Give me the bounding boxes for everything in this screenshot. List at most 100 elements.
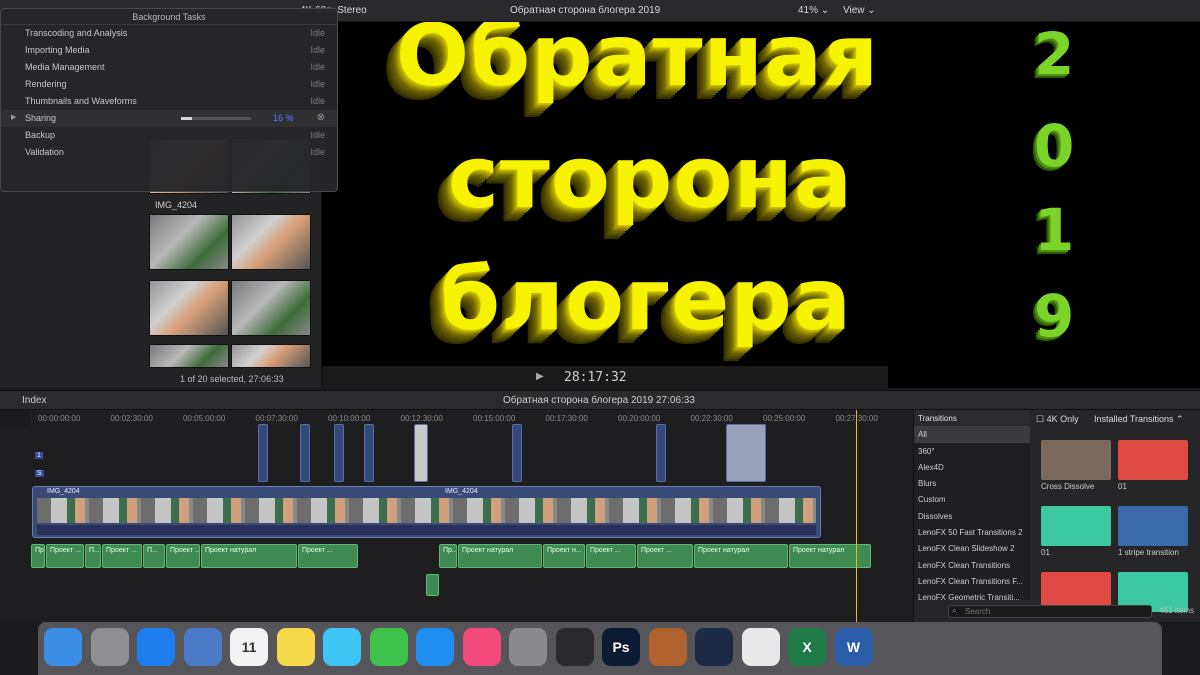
background-tasks-panel: Background Tasks Transcoding and Analysi… bbox=[0, 8, 338, 192]
calendar-icon[interactable]: 11 bbox=[230, 628, 268, 666]
safari-icon[interactable] bbox=[137, 628, 175, 666]
timeline-project-name: Обратная сторона блогера 2019 bbox=[503, 395, 654, 406]
task-name: Rendering bbox=[25, 79, 67, 89]
transition-category[interactable]: All bbox=[914, 426, 1030, 443]
task-status: Idle bbox=[310, 28, 325, 38]
lane-marker: 1 bbox=[35, 452, 43, 459]
4k-only-checkbox[interactable]: ☐ 4K Only bbox=[1036, 414, 1079, 425]
connected-clip[interactable] bbox=[512, 424, 522, 482]
task-status: Idle bbox=[310, 130, 325, 140]
word-icon[interactable]: W bbox=[834, 628, 873, 666]
connected-clip[interactable] bbox=[364, 424, 374, 482]
year-digit-2: 2 bbox=[1034, 20, 1075, 88]
chrome-icon[interactable] bbox=[741, 628, 780, 666]
task-name: Thumbnails and Waveforms bbox=[25, 96, 137, 106]
clip-thumbnail-row[interactable] bbox=[149, 214, 311, 270]
photoshop-icon[interactable]: Ps bbox=[602, 628, 640, 666]
task-name: Media Management bbox=[25, 62, 105, 72]
transition-category[interactable]: LenoFX 50 Fast Transitions 2 bbox=[914, 524, 1030, 540]
ruler-tick-label: 00:10:00:00 bbox=[328, 414, 371, 423]
app-store-icon[interactable] bbox=[416, 628, 454, 666]
excel-icon[interactable]: X bbox=[788, 628, 826, 666]
audio-clip[interactable]: П... bbox=[143, 544, 165, 568]
connected-clip[interactable] bbox=[656, 424, 666, 482]
clip-thumbnail-row[interactable] bbox=[149, 344, 311, 368]
audio-clip[interactable]: Проект натурал bbox=[201, 544, 297, 568]
transitions-category-list: Transitions All 360° Alex4D Blurs Custom Diss… bbox=[914, 410, 1030, 602]
connected-clip[interactable] bbox=[258, 424, 268, 482]
audio-clip[interactable]: Проект ... bbox=[586, 544, 636, 568]
transition-thumbnail[interactable] bbox=[1041, 506, 1111, 546]
clip-thumbnail-row[interactable] bbox=[149, 280, 311, 336]
primary-storyline-clip[interactable]: IMG_4204 IMG_4204 bbox=[32, 486, 821, 538]
audio-clip[interactable] bbox=[426, 574, 439, 596]
audio-clip[interactable]: Проект натурал bbox=[458, 544, 542, 568]
transition-thumbnail[interactable] bbox=[1118, 440, 1188, 480]
transition-thumbnail[interactable] bbox=[1041, 440, 1111, 480]
item-count: 461 items bbox=[1159, 606, 1194, 615]
audio-clip[interactable]: Пр... bbox=[439, 544, 457, 568]
transition-thumbnail[interactable] bbox=[1118, 506, 1188, 546]
lane-marker: S bbox=[35, 470, 44, 477]
macos-dock: 11 Ps X W bbox=[38, 622, 1162, 675]
transition-category[interactable]: 360° bbox=[914, 443, 1030, 459]
viewer-controls: ▶ 28:17:32 bbox=[322, 366, 888, 390]
system-preferences-icon[interactable] bbox=[509, 628, 547, 666]
notes-icon[interactable] bbox=[276, 628, 315, 666]
compressor-icon[interactable] bbox=[648, 628, 687, 666]
connected-clip[interactable] bbox=[726, 424, 766, 482]
quicktime-icon[interactable] bbox=[695, 628, 733, 666]
selection-info: 1 of 20 selected, 27:06:33 bbox=[180, 374, 284, 384]
disclosure-triangle-icon[interactable]: ▶ bbox=[11, 113, 16, 121]
facetime-icon[interactable] bbox=[369, 628, 408, 666]
task-row: Backup Idle bbox=[1, 127, 337, 144]
cancel-icon[interactable]: ⊗ bbox=[317, 112, 325, 123]
timeline-ruler[interactable]: 00:00:00:00 00:02:30:00 00:05:00:00 00:07:3… bbox=[30, 410, 914, 426]
task-row: Rendering Idle bbox=[1, 76, 337, 93]
progress-percent: 16 % bbox=[273, 113, 294, 123]
audio-clip[interactable]: Проект ... bbox=[166, 544, 200, 568]
playhead[interactable] bbox=[856, 410, 857, 622]
play-icon[interactable]: ▶ bbox=[536, 371, 544, 382]
transition-label: 01 bbox=[1041, 548, 1050, 557]
audio-clip[interactable]: Проект н... bbox=[543, 544, 585, 568]
itunes-icon[interactable] bbox=[462, 628, 501, 666]
mail-icon[interactable] bbox=[183, 628, 222, 666]
transition-category[interactable]: LenoFX Clean Slideshow 2 bbox=[914, 540, 1030, 556]
transitions-search-input[interactable]: Search bbox=[948, 605, 1152, 618]
transition-category[interactable]: LenoFX Clean Transitions F... bbox=[914, 573, 1030, 589]
viewer-project-name: Обратная сторона блогера 2019 bbox=[510, 5, 661, 16]
audio-clip[interactable]: Проект ... bbox=[637, 544, 693, 568]
audio-clip[interactable]: Проект... bbox=[31, 544, 45, 568]
transition-category[interactable]: LenoFX Clean Transitions bbox=[914, 557, 1030, 573]
connected-clip[interactable] bbox=[300, 424, 310, 482]
installed-transitions-menu[interactable]: Installed Transitions ⌃ bbox=[1094, 414, 1184, 425]
transition-category[interactable]: Dissolves bbox=[914, 508, 1030, 524]
launchpad-icon[interactable] bbox=[90, 628, 129, 666]
audio-clip[interactable]: П... bbox=[85, 544, 101, 568]
connected-clip[interactable] bbox=[334, 424, 344, 482]
final-cut-pro-icon[interactable] bbox=[555, 628, 594, 666]
transitions-header: Transitions bbox=[914, 410, 1030, 427]
transition-category[interactable]: LenoFX Geometric Transiti... bbox=[914, 589, 1030, 605]
audio-clip[interactable]: Проект ... bbox=[46, 544, 84, 568]
audio-clip[interactable]: Проект натурал bbox=[789, 544, 871, 568]
zoom-menu[interactable]: 41% ⌄ bbox=[798, 5, 829, 16]
transition-label: Cross Dissolve bbox=[1041, 482, 1095, 491]
view-menu[interactable]: View ⌄ bbox=[843, 5, 876, 16]
connected-clip[interactable] bbox=[414, 424, 428, 482]
ruler-tick-label: 00:07:30:00 bbox=[255, 414, 298, 423]
index-button[interactable]: Index bbox=[22, 395, 46, 406]
panel-title: Background Tasks bbox=[1, 9, 337, 25]
transition-category[interactable]: Blurs bbox=[914, 475, 1030, 491]
messages-icon[interactable] bbox=[323, 628, 361, 666]
task-status: Idle bbox=[310, 62, 325, 72]
year-digit-1: 1 bbox=[1034, 196, 1075, 264]
audio-clip[interactable]: Проект ... bbox=[298, 544, 358, 568]
transition-category[interactable]: Alex4D bbox=[914, 459, 1030, 475]
transition-category[interactable]: Custom bbox=[914, 491, 1030, 507]
finder-icon[interactable] bbox=[44, 628, 82, 666]
audio-clip[interactable]: Проект ... bbox=[102, 544, 142, 568]
timeline-duration: 27:06:33 bbox=[656, 395, 695, 406]
audio-clip[interactable]: Проект натурал bbox=[694, 544, 788, 568]
